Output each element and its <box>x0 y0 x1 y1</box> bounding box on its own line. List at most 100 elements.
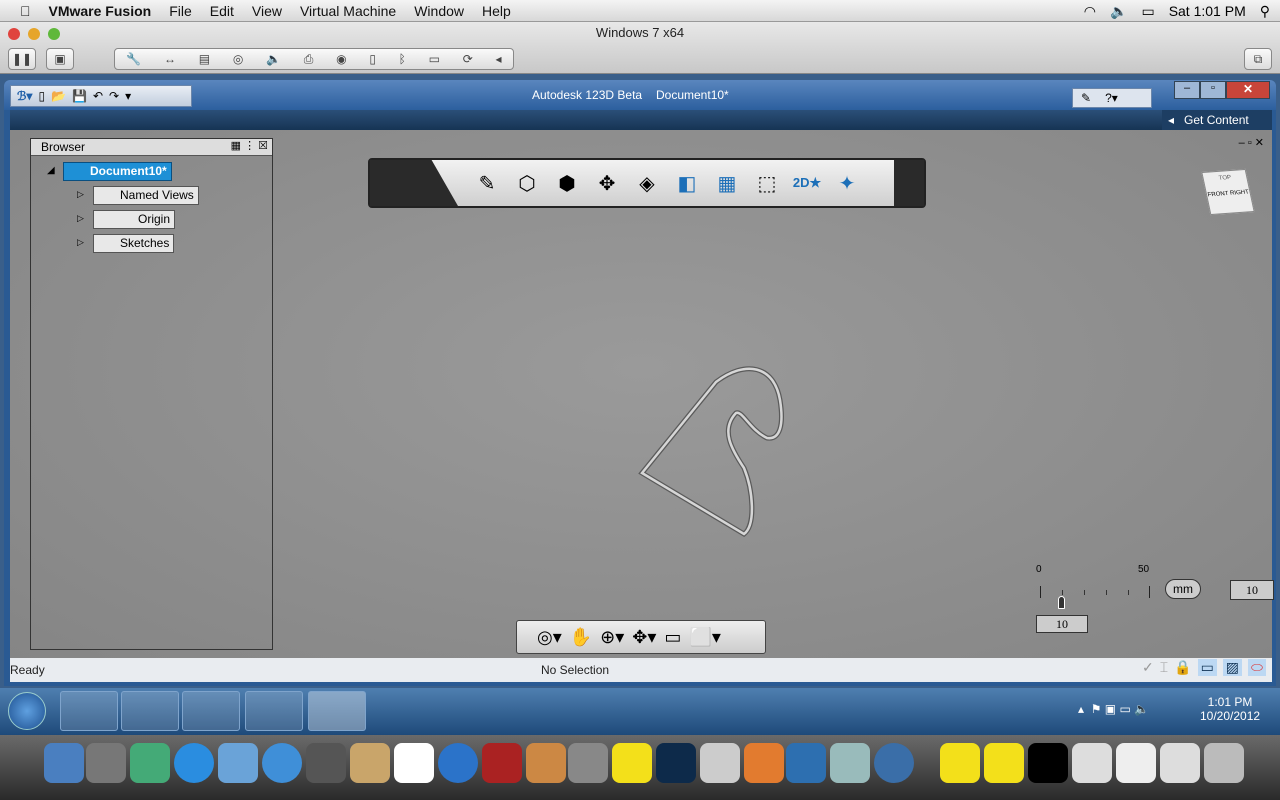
lock-icon[interactable]: 🔒 <box>1174 659 1191 676</box>
mouse-icon[interactable]: ▯ <box>369 52 376 66</box>
dock-iphoto[interactable] <box>526 743 566 783</box>
tray-clock[interactable]: 1:01 PM 10/20/2012 <box>1200 695 1260 723</box>
help-icon[interactable]: ?▾ <box>1105 91 1118 105</box>
quick-access-toolbar: ℬ▾ ▯ 📂 💾 ↶ ↷ ▾ <box>10 85 192 107</box>
tray-date: 10/20/2012 <box>1200 709 1261 723</box>
disk-icon[interactable]: ▤ <box>199 52 210 66</box>
sketch-profile[interactable] <box>638 366 784 538</box>
taskbar-ie[interactable] <box>60 691 118 731</box>
status-ready: Ready <box>10 663 45 677</box>
start-button[interactable] <box>8 692 46 730</box>
app-title: Autodesk 123D Beta <box>532 88 643 102</box>
snap-icon[interactable]: ▨ <box>1222 659 1243 676</box>
view-mode-icon[interactable]: ⬜▾ <box>689 627 720 648</box>
dock-app[interactable] <box>218 743 258 783</box>
pause-button[interactable]: ❚❚ <box>8 48 36 70</box>
dock-window[interactable] <box>1072 743 1112 783</box>
dock-trash[interactable] <box>1204 743 1244 783</box>
dock-window[interactable] <box>1028 743 1068 783</box>
taskbar-123d[interactable] <box>308 691 366 731</box>
grid-size-field[interactable]: 10 <box>1230 580 1274 600</box>
taskbar-warning[interactable] <box>245 691 303 731</box>
dock-replicatorg[interactable] <box>984 743 1024 783</box>
wifi-icon[interactable]: ◠ <box>1084 3 1096 20</box>
menu-window[interactable]: Window <box>414 3 464 19</box>
dock-app[interactable] <box>830 743 870 783</box>
grid-toggle-icon[interactable]: ▭ <box>1197 659 1217 676</box>
sign-in-icon[interactable]: ✎ <box>1081 91 1091 105</box>
close-icon[interactable]: ✕ <box>1226 81 1270 99</box>
dock-window[interactable] <box>1160 743 1200 783</box>
open-icon[interactable]: 📂 <box>51 89 66 103</box>
taskbar-explorer[interactable] <box>121 691 179 731</box>
camera-icon[interactable]: ◉ <box>336 52 346 66</box>
taskbar-media[interactable] <box>182 691 240 731</box>
snap-value-field[interactable]: 10 <box>1036 615 1088 633</box>
dock-app[interactable] <box>130 743 170 783</box>
dock-launchpad[interactable] <box>86 743 126 783</box>
apple-icon[interactable]:  <box>20 3 31 19</box>
get-content-button[interactable]: ◂ Get Content <box>1162 110 1272 130</box>
dock-app-store[interactable] <box>174 743 214 783</box>
constraint-icon[interactable]: ⌶ <box>1160 659 1168 676</box>
fit-icon[interactable]: ▭ <box>664 627 681 648</box>
settings-wrench-icon[interactable]: 🔧 <box>126 52 141 66</box>
menu-edit[interactable]: Edit <box>210 3 234 19</box>
floppy-icon[interactable]: ▭ <box>429 52 440 66</box>
dock-replicatorg[interactable] <box>612 743 652 783</box>
snapshot-button[interactable]: ▣ <box>46 48 74 70</box>
dock-contacts[interactable] <box>350 743 390 783</box>
dock-app[interactable] <box>744 743 784 783</box>
menu-file[interactable]: File <box>169 3 192 19</box>
dock-replicatorg[interactable] <box>940 743 980 783</box>
network-icon[interactable]: ↔ <box>164 52 176 66</box>
more-icon[interactable]: ▾ <box>125 89 131 103</box>
minimize-icon[interactable]: – <box>1174 81 1200 99</box>
new-icon[interactable]: ▯ <box>38 89 45 103</box>
dock-facetime[interactable] <box>306 743 346 783</box>
app-menu-icon[interactable]: ℬ▾ <box>17 89 32 103</box>
spotlight-icon[interactable]: ⚲ <box>1260 3 1270 20</box>
menu-virtual-machine[interactable]: Virtual Machine <box>300 3 396 19</box>
zoom-icon[interactable]: ⊕▾ <box>600 627 624 648</box>
sound-icon[interactable]: 🔈 <box>266 52 281 66</box>
redo-icon[interactable]: ↷ <box>109 89 119 103</box>
battery-icon[interactable]: ▭ <box>1141 3 1154 20</box>
save-icon[interactable]: 💾 <box>72 89 87 103</box>
dock-vmware[interactable] <box>786 743 826 783</box>
look-icon[interactable]: ✥▾ <box>632 627 656 648</box>
collapse-icon[interactable]: ◂ <box>495 52 501 66</box>
unity-button[interactable]: ⧉ <box>1244 48 1272 70</box>
clock[interactable]: Sat 1:01 PM <box>1169 3 1246 19</box>
dock-photoshop[interactable] <box>656 743 696 783</box>
dock-dvd[interactable] <box>700 743 740 783</box>
menu-help[interactable]: Help <box>482 3 511 19</box>
viewport[interactable]: Browser ▦ ⋮ ☒ ◢ Document10* ▷ Named View… <box>10 130 1274 658</box>
dock-safari[interactable] <box>262 743 302 783</box>
check-icon[interactable]: ✓ <box>1142 659 1154 676</box>
grid-scale-slider[interactable] <box>1040 586 1150 598</box>
visual-style-icon[interactable]: ⬭ <box>1248 659 1266 676</box>
dock-preferences[interactable] <box>568 743 608 783</box>
maximize-icon[interactable]: ▫ <box>1200 81 1226 99</box>
dock-itunes[interactable] <box>438 743 478 783</box>
scale-min-label: 0 <box>1036 564 1042 575</box>
dock-calendar[interactable] <box>394 743 434 783</box>
dock-finder[interactable] <box>44 743 84 783</box>
dock-time-machine[interactable] <box>874 743 914 783</box>
cd-icon[interactable]: ◎ <box>233 52 243 66</box>
volume-icon[interactable]: 🔈 <box>1110 3 1127 20</box>
dock-window[interactable] <box>1116 743 1156 783</box>
dock-app[interactable] <box>482 743 522 783</box>
slider-handle[interactable] <box>1058 596 1065 609</box>
pan-icon[interactable]: ✋ <box>570 627 592 648</box>
bluetooth-icon[interactable]: ᛒ <box>399 52 406 66</box>
printer-icon[interactable]: ⎙ <box>304 52 314 67</box>
sharing-icon[interactable]: ⟳ <box>463 52 473 66</box>
undo-icon[interactable]: ↶ <box>93 89 103 103</box>
tray-icons[interactable]: ▴ ⚑ ▣ ▭ 🔈 <box>1078 702 1149 716</box>
unit-button[interactable]: mm <box>1165 579 1201 599</box>
menu-app[interactable]: VMware Fusion <box>49 3 152 19</box>
menu-view[interactable]: View <box>252 3 282 19</box>
orbit-icon[interactable]: ◎▾ <box>537 627 562 648</box>
